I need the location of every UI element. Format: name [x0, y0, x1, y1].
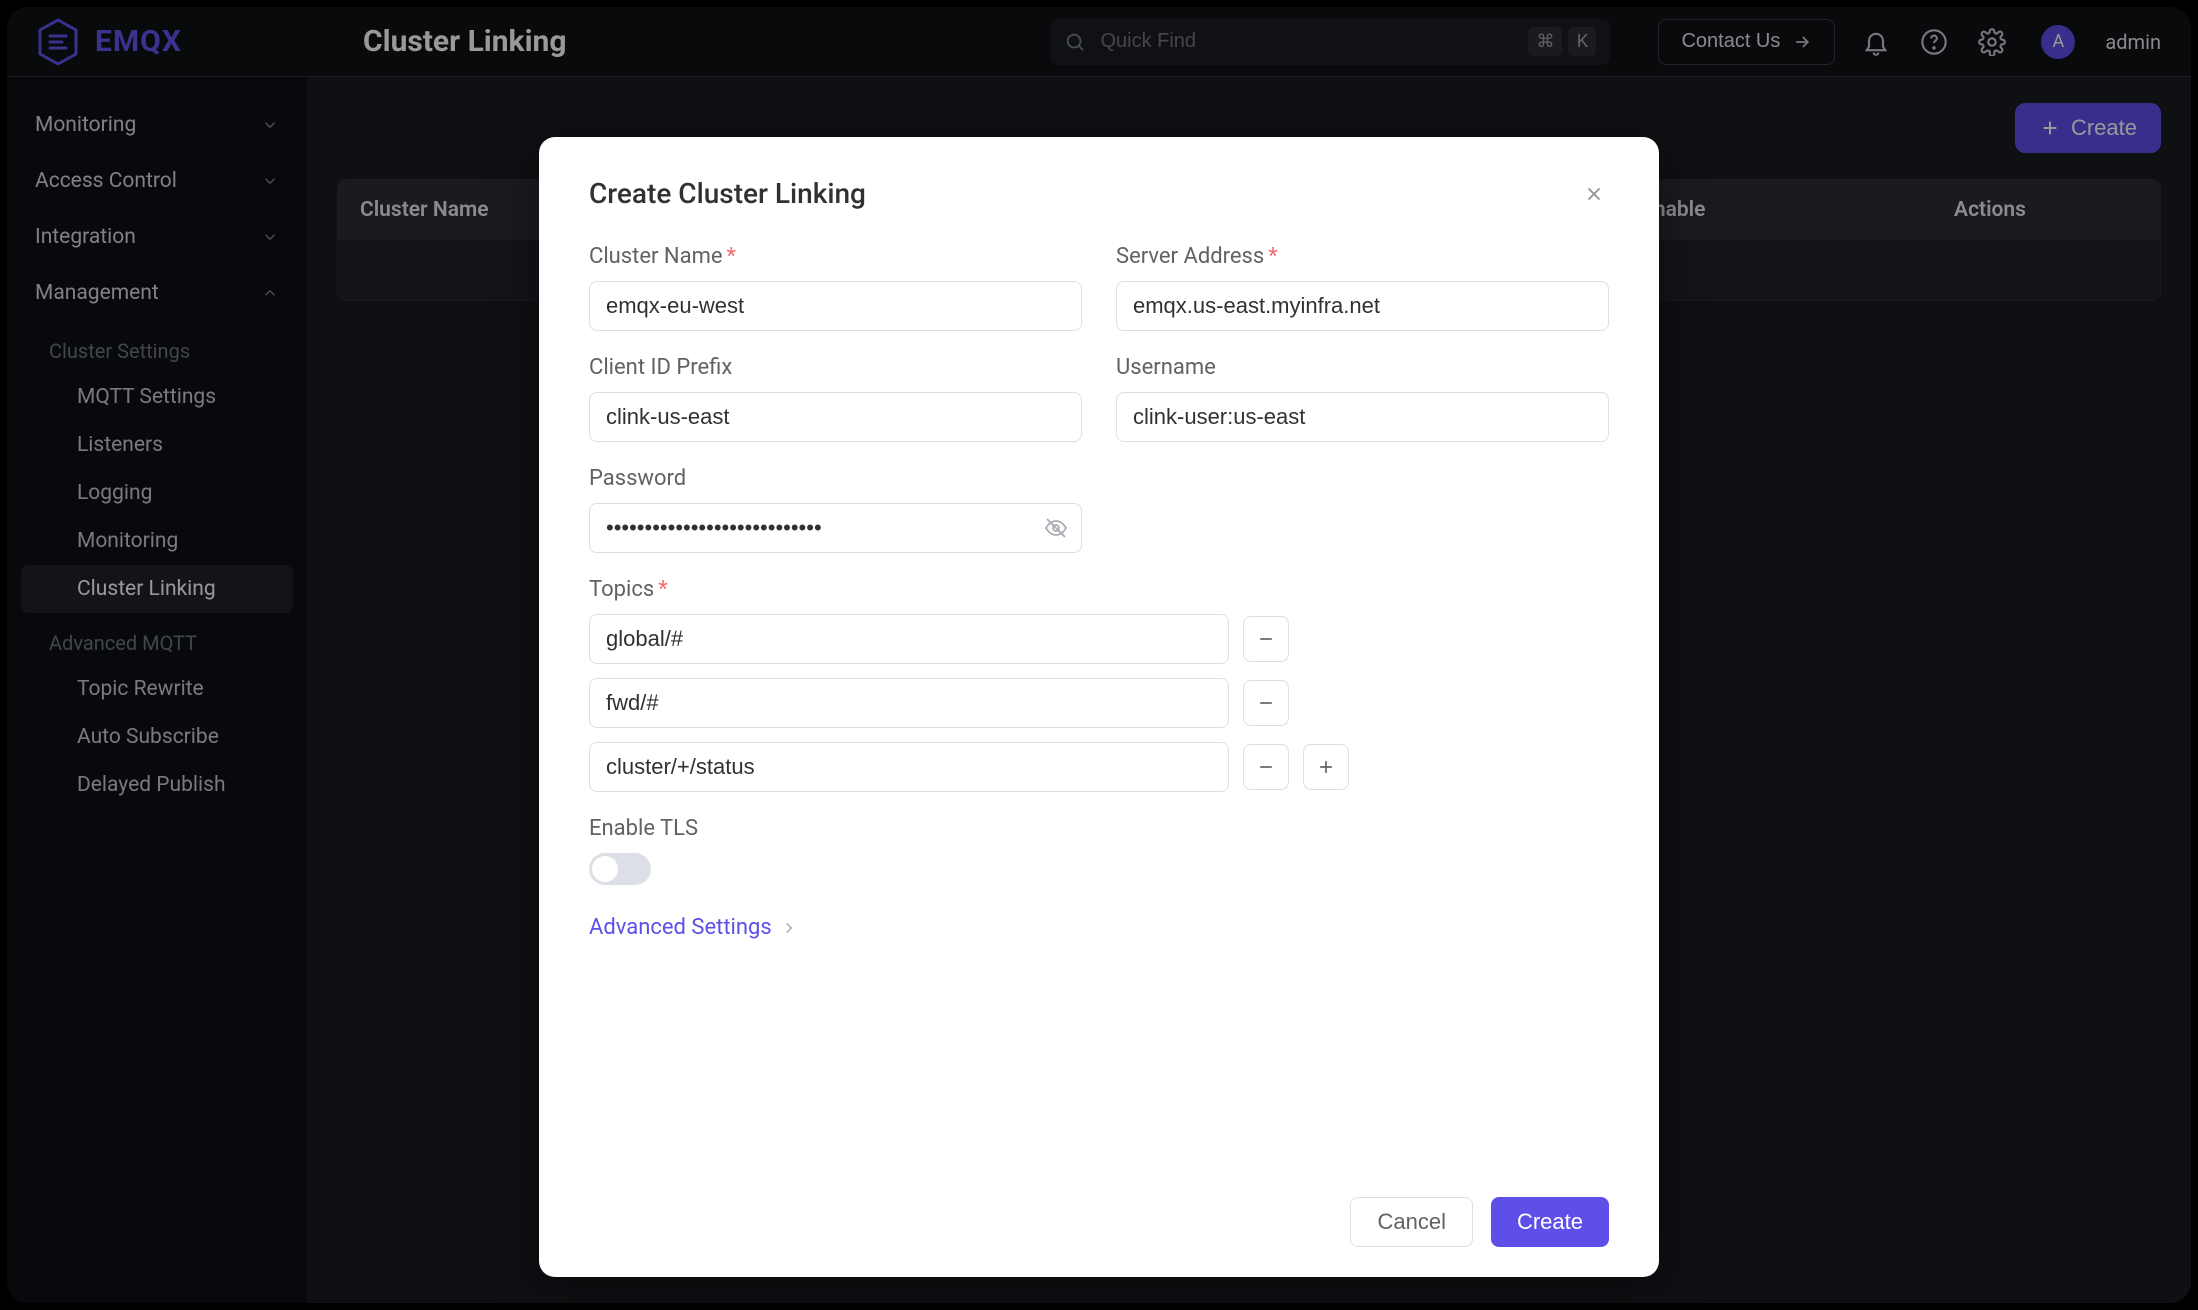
- modal-close-button[interactable]: [1579, 179, 1609, 209]
- chevron-right-icon: [780, 919, 798, 937]
- enable-tls-toggle[interactable]: [589, 853, 651, 885]
- label-username: Username: [1116, 355, 1609, 380]
- submit-create-button[interactable]: Create: [1491, 1197, 1609, 1247]
- topic-input[interactable]: [589, 614, 1229, 664]
- eye-off-icon: [1044, 516, 1068, 540]
- toggle-password-visibility[interactable]: [1044, 516, 1068, 540]
- cluster-name-input[interactable]: [589, 281, 1082, 331]
- password-input[interactable]: [589, 503, 1082, 553]
- topic-row: [589, 678, 1609, 728]
- label-server-address: Server Address*: [1116, 244, 1609, 269]
- label-topics: Topics*: [589, 577, 1609, 602]
- plus-icon: [1316, 757, 1336, 777]
- label-enable-tls: Enable TLS: [589, 816, 1609, 841]
- toggle-knob: [592, 856, 618, 882]
- client-id-prefix-input[interactable]: [589, 392, 1082, 442]
- topic-row: [589, 614, 1609, 664]
- remove-topic-button[interactable]: [1243, 616, 1289, 662]
- topics-list: [589, 614, 1609, 792]
- close-icon: [1583, 183, 1605, 205]
- modal-title: Create Cluster Linking: [589, 177, 866, 210]
- minus-icon: [1256, 629, 1276, 649]
- username-input[interactable]: [1116, 392, 1609, 442]
- cancel-button-label: Cancel: [1377, 1209, 1445, 1235]
- label-client-id-prefix: Client ID Prefix: [589, 355, 1082, 380]
- remove-topic-button[interactable]: [1243, 680, 1289, 726]
- submit-create-label: Create: [1517, 1209, 1583, 1235]
- create-cluster-linking-modal: Create Cluster Linking Cluster Name* Ser…: [539, 137, 1659, 1277]
- remove-topic-button[interactable]: [1243, 744, 1289, 790]
- advanced-settings-link[interactable]: Advanced Settings: [589, 915, 1609, 940]
- topic-input[interactable]: [589, 678, 1229, 728]
- add-topic-button[interactable]: [1303, 744, 1349, 790]
- topic-row: [589, 742, 1609, 792]
- advanced-settings-label: Advanced Settings: [589, 915, 772, 940]
- topic-input[interactable]: [589, 742, 1229, 792]
- minus-icon: [1256, 693, 1276, 713]
- server-address-input[interactable]: [1116, 281, 1609, 331]
- label-password: Password: [589, 466, 1082, 491]
- label-cluster-name: Cluster Name*: [589, 244, 1082, 269]
- minus-icon: [1256, 757, 1276, 777]
- cancel-button[interactable]: Cancel: [1350, 1197, 1472, 1247]
